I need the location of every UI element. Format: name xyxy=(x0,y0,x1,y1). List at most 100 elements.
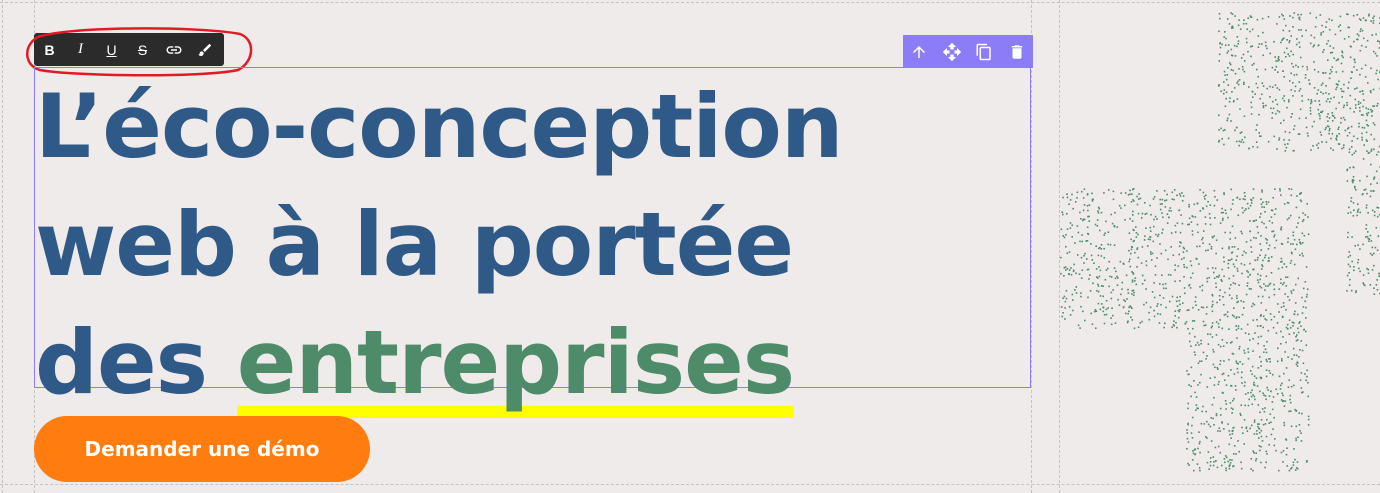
style-button[interactable] xyxy=(189,33,220,66)
pattern-dot xyxy=(1370,111,1373,113)
pattern-dot xyxy=(1266,341,1268,343)
pattern-dot xyxy=(1326,43,1328,45)
pattern-dot xyxy=(1103,192,1105,194)
italic-button[interactable]: I xyxy=(65,33,96,66)
heading-block[interactable]: L’éco-conception web à la portée des ent… xyxy=(34,67,1031,418)
pattern-dot xyxy=(1245,426,1248,429)
pattern-dot xyxy=(1254,259,1256,262)
pattern-dot xyxy=(1062,312,1064,314)
pattern-dot xyxy=(1343,144,1345,146)
pattern-dot xyxy=(1288,217,1290,219)
pattern-dot xyxy=(1199,451,1201,454)
pattern-dot xyxy=(1241,232,1243,235)
pattern-dot xyxy=(1280,330,1282,333)
pattern-dot xyxy=(1296,243,1298,246)
pattern-dot xyxy=(1105,269,1108,271)
pattern-dot xyxy=(1200,422,1203,425)
pattern-dot xyxy=(1099,295,1102,297)
pattern-dot xyxy=(1348,206,1350,209)
pattern-dot xyxy=(1153,309,1155,312)
pattern-dot xyxy=(1081,269,1084,271)
pattern-dot xyxy=(1243,81,1245,84)
underline-button[interactable]: U xyxy=(96,33,127,66)
pattern-dot xyxy=(1207,423,1210,426)
pattern-dot xyxy=(1245,427,1248,430)
pattern-dot xyxy=(1298,322,1300,324)
pattern-dot xyxy=(1304,373,1306,375)
pattern-dot xyxy=(1161,274,1163,276)
pattern-dot xyxy=(1260,268,1263,270)
duplicate-button[interactable] xyxy=(970,38,998,66)
pattern-dot xyxy=(1265,104,1267,107)
pattern-dot xyxy=(1143,239,1146,241)
pattern-dot xyxy=(1167,273,1170,276)
pattern-dot xyxy=(1261,265,1264,268)
pattern-dot xyxy=(1271,117,1273,119)
pattern-dot xyxy=(1376,289,1379,291)
pattern-dot xyxy=(1265,45,1267,47)
pattern-dot xyxy=(1281,359,1283,362)
pattern-dot xyxy=(1325,126,1327,129)
pattern-dot xyxy=(1174,310,1177,312)
page-title[interactable]: L’éco-conception web à la portée des ent… xyxy=(35,68,844,422)
pattern-dot xyxy=(1289,410,1292,412)
pattern-dot xyxy=(1253,375,1256,377)
pattern-dot xyxy=(1256,18,1259,21)
pattern-dot xyxy=(1159,198,1161,201)
pattern-dot xyxy=(1191,424,1193,427)
pattern-dot xyxy=(1232,27,1234,29)
pattern-dot xyxy=(1134,277,1137,279)
pattern-dot xyxy=(1350,289,1353,292)
pattern-dot xyxy=(1280,261,1282,263)
pattern-dot xyxy=(1353,58,1356,61)
pattern-dot xyxy=(1340,88,1342,90)
pattern-dot xyxy=(1081,240,1084,243)
pattern-dot xyxy=(1362,93,1364,95)
pattern-dot xyxy=(1098,266,1100,268)
pattern-dot xyxy=(1362,158,1365,160)
pattern-dot xyxy=(1362,105,1364,108)
pattern-dot xyxy=(1237,83,1240,86)
pattern-dot xyxy=(1132,214,1134,216)
pattern-dot xyxy=(1262,259,1264,262)
pattern-dot xyxy=(1135,226,1137,228)
pattern-dot xyxy=(1323,49,1325,51)
pattern-dot xyxy=(1348,26,1350,29)
drag-button[interactable] xyxy=(938,38,966,66)
pattern-dot xyxy=(1346,180,1349,182)
pattern-dot xyxy=(1225,467,1227,470)
pattern-dot xyxy=(1190,264,1193,267)
pattern-dot xyxy=(1082,219,1084,222)
pattern-dot xyxy=(1219,345,1222,348)
bold-button[interactable]: B xyxy=(34,33,65,66)
pattern-dot xyxy=(1188,223,1190,226)
pattern-dot xyxy=(1198,442,1201,445)
pattern-dot xyxy=(1293,149,1295,152)
pattern-dot xyxy=(1367,152,1370,154)
pattern-dot xyxy=(1224,105,1227,108)
pattern-dot xyxy=(1252,220,1255,222)
link-button[interactable] xyxy=(158,33,189,66)
pattern-dot xyxy=(1282,336,1284,338)
pattern-dot xyxy=(1195,304,1197,306)
pattern-dot xyxy=(1282,29,1285,32)
strikethrough-button[interactable]: S xyxy=(127,33,158,66)
pattern-dot xyxy=(1260,461,1262,464)
pattern-dot xyxy=(1086,194,1089,196)
pattern-dot xyxy=(1228,294,1231,296)
delete-button[interactable] xyxy=(1003,38,1031,66)
pattern-dot xyxy=(1297,327,1299,330)
pattern-dot xyxy=(1249,230,1252,233)
pattern-dot xyxy=(1261,191,1263,193)
pattern-dot xyxy=(1302,391,1304,393)
pattern-dot xyxy=(1295,409,1298,412)
pattern-dot xyxy=(1327,113,1329,115)
request-demo-button[interactable]: Demander une démo xyxy=(34,416,370,482)
pattern-dot xyxy=(1102,295,1104,298)
move-up-button[interactable] xyxy=(905,38,933,66)
pattern-dot xyxy=(1365,107,1367,109)
pattern-dot xyxy=(1328,93,1330,95)
pattern-dot xyxy=(1220,127,1222,130)
pattern-dot xyxy=(1283,51,1286,54)
pattern-dot xyxy=(1267,389,1269,391)
